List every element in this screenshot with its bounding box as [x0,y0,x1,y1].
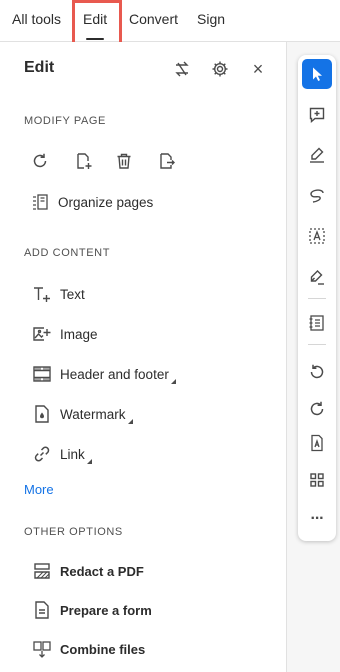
more-icon[interactable]: ··· [302,504,332,534]
panel-title: Edit [24,59,55,76]
delete-icon[interactable] [112,149,136,173]
tab-all-tools[interactable]: All tools [12,0,61,41]
swap-icon[interactable] [171,58,193,80]
form-icon [32,600,52,620]
link-icon [32,444,52,464]
pdf-file-icon[interactable] [302,428,332,458]
cursor-icon[interactable] [302,59,332,89]
top-tab-bar: All tools Edit Convert Sign [0,0,340,42]
header-footer-icon [32,364,52,384]
tab-sign[interactable]: Sign [197,0,225,41]
tab-convert[interactable]: Convert [129,0,178,41]
add-image-row[interactable]: Image [32,320,98,348]
combine-files-label: Combine files [60,641,146,657]
toolbar-divider [308,344,326,345]
header-footer-row[interactable]: Header and footer [32,360,176,388]
extract-page-icon[interactable] [155,149,179,173]
quick-tools-toolbar: ··· [298,55,336,541]
toolbar-divider [308,298,326,299]
gear-icon[interactable] [209,58,231,80]
add-text-row[interactable]: Text [32,280,85,308]
link-label: Link [60,446,85,462]
rotate-icon[interactable] [28,149,52,173]
redact-row[interactable]: Redact a PDF [32,557,144,585]
header-footer-menu-indicator [170,379,176,384]
tab-edit-highlight-box [72,0,122,47]
redact-label: Redact a PDF [60,563,144,579]
prepare-form-label: Prepare a form [60,602,152,618]
highlight-icon[interactable] [302,140,332,170]
link-row[interactable]: Link [32,440,92,468]
prepare-form-row[interactable]: Prepare a form [32,596,152,624]
section-label-add-content: ADD CONTENT [24,247,111,259]
select-text-icon[interactable] [302,221,332,251]
scan-icon[interactable] [302,308,332,338]
watermark-label: Watermark [60,406,126,422]
watermark-row[interactable]: Watermark [32,400,133,428]
draw-icon[interactable] [302,181,332,211]
close-icon[interactable]: × [247,58,269,80]
more-link[interactable]: More [24,482,54,497]
add-image-label: Image [60,326,98,342]
watermark-menu-indicator [127,419,133,424]
section-label-other-options: OTHER OPTIONS [24,526,123,538]
combine-icon [32,639,52,659]
add-comment-icon[interactable] [302,100,332,130]
redact-icon [32,561,52,581]
organize-pages-label: Organize pages [58,194,154,210]
link-menu-indicator [86,459,92,464]
edit-panel: Edit × MODIFY PAGE Organize pages ADD CO… [0,42,286,672]
sign-icon[interactable] [302,262,332,292]
add-image-icon [32,324,52,344]
organize-pages-icon [30,192,50,212]
combine-files-row[interactable]: Combine files [32,635,145,663]
section-label-modify-page: MODIFY PAGE [24,115,106,127]
grid-icon[interactable] [302,465,332,495]
undo-icon[interactable] [302,357,332,387]
header-footer-label: Header and footer [60,366,169,382]
insert-page-icon[interactable] [72,149,96,173]
add-text-label: Text [60,286,85,302]
redo-icon[interactable] [302,394,332,424]
add-text-icon [32,284,52,304]
watermark-icon [32,404,52,424]
organize-pages-row[interactable]: Organize pages [30,188,153,216]
